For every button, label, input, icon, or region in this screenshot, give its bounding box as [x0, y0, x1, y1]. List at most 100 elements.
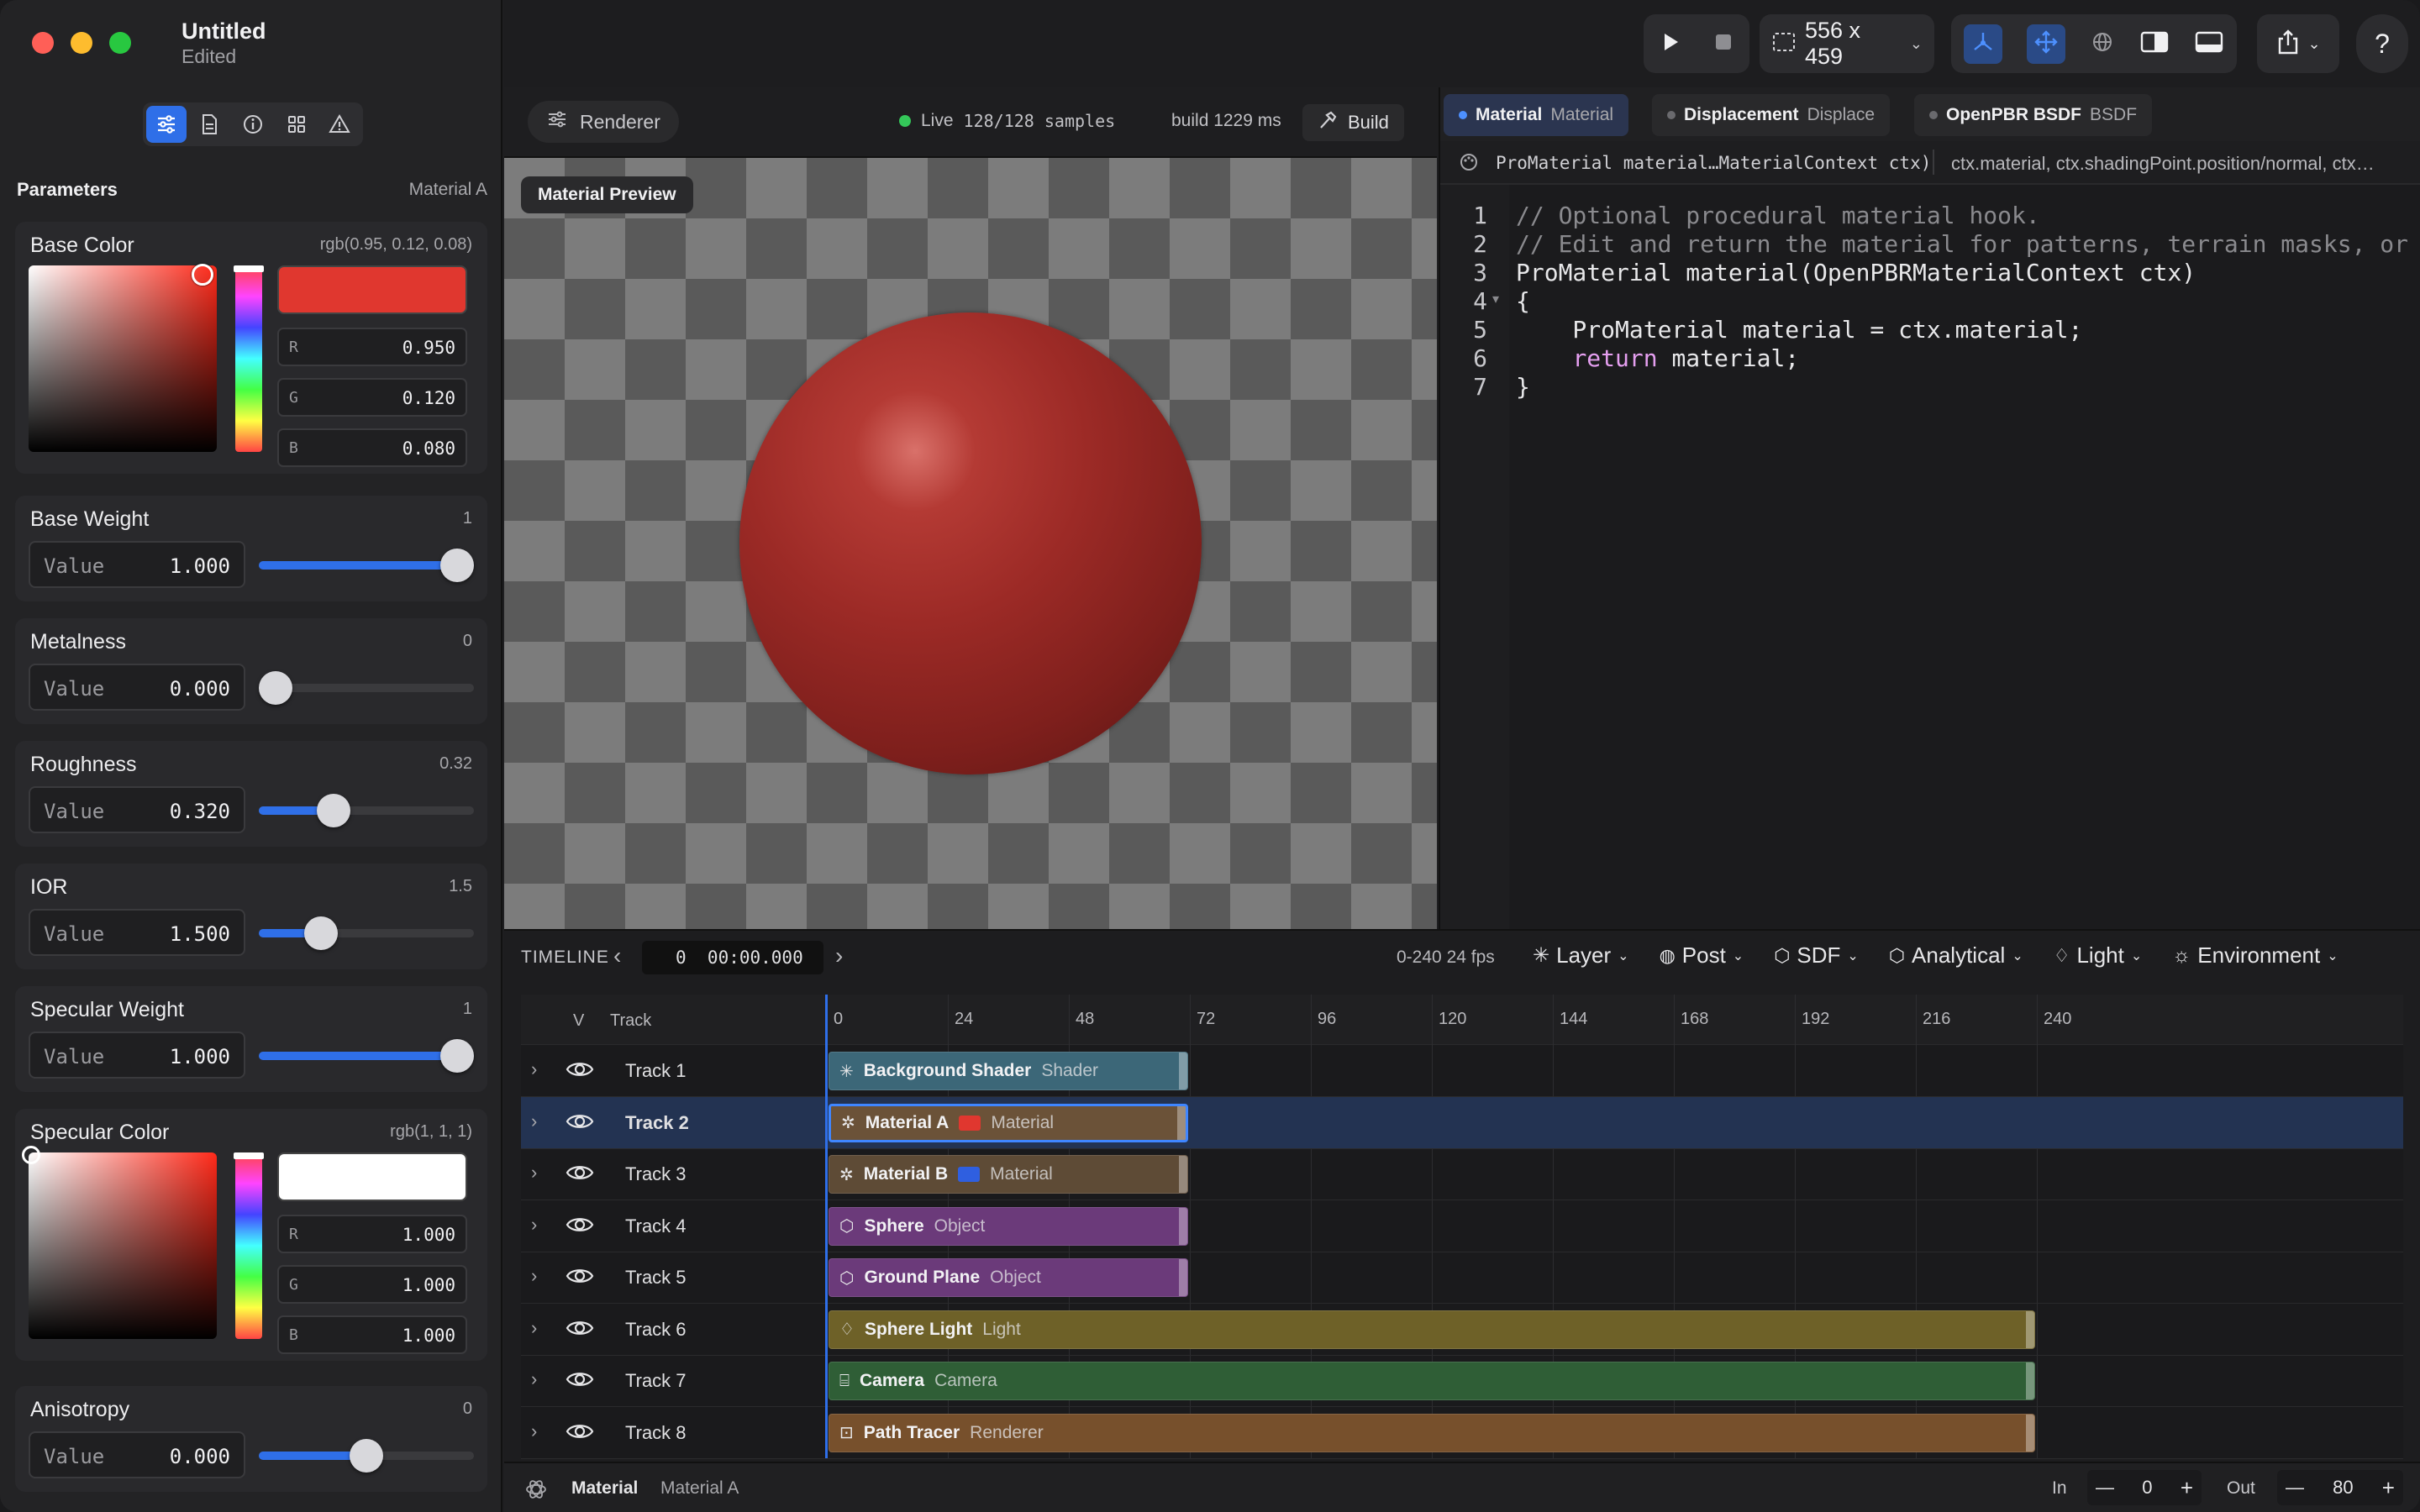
specular-color-g-field[interactable]: G 1.000	[277, 1265, 467, 1304]
clip-resize-handle[interactable]	[1179, 1207, 1187, 1245]
timecode-field[interactable]: 0 00:00.000	[642, 941, 823, 974]
base-color-swatch[interactable]	[277, 265, 467, 314]
slider-knob[interactable]	[317, 794, 351, 827]
timeline-clip[interactable]: ✲ Material A Material	[829, 1103, 1188, 1142]
minimize-window-button[interactable]	[71, 32, 92, 54]
close-window-button[interactable]	[32, 32, 54, 54]
ior-field[interactable]: Value 1.500	[29, 909, 245, 956]
grid-icon[interactable]	[276, 106, 317, 143]
bottom-panel-icon[interactable]	[2194, 29, 2224, 59]
base-color-b-field[interactable]: B 0.080	[277, 428, 467, 467]
move-arrows-icon[interactable]	[2026, 24, 2065, 64]
specular-color-picker-handle[interactable]	[22, 1146, 40, 1164]
base-color-picker[interactable]	[29, 265, 217, 452]
expand-chevron-icon[interactable]: ›	[531, 1420, 537, 1442]
base-color-g-field[interactable]: G 0.120	[277, 378, 467, 417]
clip-resize-handle[interactable]	[2026, 1310, 2034, 1348]
layer-menu[interactable]: ✳ Layer ⌄	[1533, 942, 1629, 969]
slider-knob[interactable]	[440, 549, 474, 582]
base-color-hue-slider[interactable]	[235, 265, 262, 452]
base-color-picker-handle[interactable]	[192, 264, 213, 286]
timeline-clip[interactable]: ⬡ Sphere Object	[829, 1206, 1188, 1246]
warning-icon[interactable]	[319, 106, 360, 143]
code-text-area[interactable]: // Optional procedural material hook. //…	[1440, 185, 2420, 929]
timeline-clip[interactable]: ⊡ Path Tracer Renderer	[829, 1413, 2035, 1452]
slider-knob[interactable]	[350, 1439, 383, 1473]
expand-chevron-icon[interactable]: ›	[531, 1058, 537, 1080]
globe-icon[interactable]	[2090, 29, 2115, 59]
tab-displacement[interactable]: Displacement Displace	[1652, 94, 1891, 136]
resolution-menu[interactable]: 556 x 459 ⌄	[1760, 14, 1934, 73]
renderer-button[interactable]: Renderer	[528, 101, 679, 143]
track-row[interactable]: › Track 8 ⊡ Path Tracer Renderer	[521, 1407, 2403, 1459]
post-menu[interactable]: ◍ Post ⌄	[1660, 942, 1744, 969]
function-signature[interactable]: ProMaterial material…MaterialContext ctx…	[1496, 153, 1931, 173]
specular-color-picker[interactable]	[29, 1152, 217, 1339]
metalness-field[interactable]: Value 0.000	[29, 664, 245, 711]
expand-chevron-icon[interactable]: ›	[531, 1368, 537, 1390]
in-point-stepper[interactable]: — 0 +	[2087, 1470, 2202, 1505]
play-icon[interactable]	[1660, 30, 1681, 58]
previous-frame-button[interactable]: ‹	[613, 942, 621, 969]
minus-icon[interactable]: —	[2096, 1477, 2114, 1499]
tab-material[interactable]: Material Material	[1444, 94, 1629, 136]
light-menu[interactable]: ♢ Light ⌄	[2054, 942, 2143, 969]
eye-icon[interactable]	[565, 1057, 595, 1086]
eye-icon[interactable]	[565, 1160, 595, 1189]
track-row[interactable]: › Track 4 ⬡ Sphere Object	[521, 1200, 2403, 1252]
slider-knob[interactable]	[304, 916, 338, 950]
track-row[interactable]: › Track 1 ✳ Background Shader Shader	[521, 1045, 2403, 1097]
sliders-icon[interactable]	[146, 106, 187, 143]
clip-resize-handle[interactable]	[2026, 1414, 2034, 1452]
analytical-menu[interactable]: ⬡ Analytical ⌄	[1889, 942, 2023, 969]
tab-openpbr-bsdf[interactable]: OpenPBR BSDF BSDF	[1914, 94, 2153, 136]
expand-chevron-icon[interactable]: ›	[531, 1162, 537, 1184]
slider-knob[interactable]	[259, 671, 292, 705]
eye-icon[interactable]	[565, 1419, 595, 1448]
track-row[interactable]: › Track 5 ⬡ Ground Plane Object	[521, 1252, 2403, 1304]
timeline-clip[interactable]: ✲ Material B Material	[829, 1155, 1188, 1194]
timeline-clip[interactable]: ✳ Background Shader Shader	[829, 1052, 1188, 1090]
expand-chevron-icon[interactable]: ›	[531, 1214, 537, 1236]
document-icon[interactable]	[190, 106, 230, 143]
roughness-field[interactable]: Value 0.320	[29, 786, 245, 833]
playhead[interactable]	[825, 995, 828, 1458]
eye-icon[interactable]	[565, 1109, 595, 1138]
clip-resize-handle[interactable]	[1179, 1156, 1187, 1193]
eye-icon[interactable]	[565, 1367, 595, 1396]
track-row[interactable]: › Track 6 ♢ Sphere Light Light	[521, 1304, 2403, 1356]
help-button[interactable]: ?	[2356, 14, 2408, 73]
plus-icon[interactable]: +	[2181, 1475, 2193, 1501]
ior-slider[interactable]	[259, 916, 474, 950]
axes-gizmo-icon[interactable]	[1963, 24, 2002, 64]
specular-color-r-field[interactable]: R 1.000	[277, 1215, 467, 1253]
slider-knob[interactable]	[440, 1039, 474, 1073]
environment-menu[interactable]: ☼ Environment ⌄	[2172, 942, 2338, 969]
eye-icon[interactable]	[565, 1315, 595, 1345]
clip-resize-handle[interactable]	[1179, 1053, 1187, 1089]
specular-color-hue-slider[interactable]	[235, 1152, 262, 1339]
roughness-slider[interactable]	[259, 794, 474, 827]
share-menu[interactable]: ⌄	[2257, 14, 2339, 73]
clip-resize-handle[interactable]	[1177, 1105, 1186, 1140]
minus-icon[interactable]: —	[2286, 1477, 2304, 1499]
render-viewport[interactable]: Material Preview	[504, 158, 1437, 929]
base-weight-field[interactable]: Value 1.000	[29, 541, 245, 588]
expand-chevron-icon[interactable]: ›	[531, 1110, 537, 1132]
track-row[interactable]: › Track 3 ✲ Material B Material	[521, 1148, 2403, 1200]
base-weight-slider[interactable]	[259, 549, 474, 582]
anisotropy-slider[interactable]	[259, 1439, 474, 1473]
timeline-clip[interactable]: ⬡ Ground Plane Object	[829, 1258, 1188, 1297]
eye-icon[interactable]	[565, 1263, 595, 1293]
specular-weight-field[interactable]: Value 1.000	[29, 1032, 245, 1079]
stop-icon[interactable]	[1713, 32, 1733, 56]
specular-color-swatch[interactable]	[277, 1152, 467, 1201]
specular-color-hue-handle[interactable]	[234, 1152, 264, 1159]
track-row[interactable]: › Track 2 ✲ Material A Material	[521, 1096, 2403, 1149]
plus-icon[interactable]: +	[2382, 1475, 2395, 1501]
clip-resize-handle[interactable]	[1179, 1259, 1187, 1296]
track-row[interactable]: › Track 7 ⌸ Camera Camera	[521, 1355, 2403, 1407]
expand-chevron-icon[interactable]: ›	[531, 1265, 537, 1287]
expand-chevron-icon[interactable]: ›	[531, 1317, 537, 1339]
clip-resize-handle[interactable]	[2026, 1362, 2034, 1399]
